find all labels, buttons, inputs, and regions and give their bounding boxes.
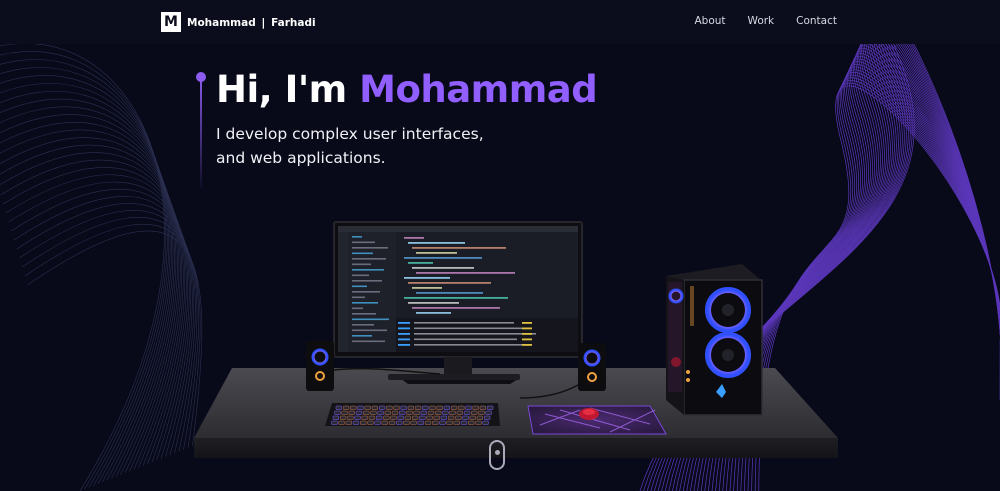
mouse-scroll-icon[interactable]: [489, 440, 505, 470]
hero-subtitle: I develop complex user interfaces, and w…: [216, 125, 484, 167]
pc-tower: [666, 264, 763, 416]
left-speaker: [306, 341, 334, 391]
nav-link-work[interactable]: Work: [748, 15, 775, 27]
hero-name: Mohammad: [359, 68, 598, 111]
monitor: [333, 221, 583, 384]
hero-greeting: Hi, I'm: [216, 68, 360, 111]
hero-title: Hi, I'm Mohammad: [216, 68, 598, 111]
hero-accent-line: [200, 74, 202, 188]
nav-link-contact[interactable]: Contact: [796, 15, 837, 27]
brand-first-name: Mohammad: [187, 16, 256, 29]
brand-name: Mohammad | Farhadi: [187, 16, 316, 29]
brand-separator: |: [261, 15, 266, 29]
navbar: M Mohammad | Farhadi About Work Contact: [0, 0, 1000, 44]
m-logo-icon: M: [161, 12, 181, 32]
brand-last-name: Farhadi: [271, 16, 316, 29]
brand-link[interactable]: M Mohammad | Farhadi: [161, 11, 316, 33]
mouse-pad: [527, 405, 667, 435]
nav-link-about[interactable]: About: [695, 15, 726, 27]
right-speaker: [578, 343, 606, 391]
scroll-indicator-dot: [495, 450, 500, 455]
nav-links: About Work Contact: [695, 15, 838, 27]
keyboard: [325, 403, 500, 426]
